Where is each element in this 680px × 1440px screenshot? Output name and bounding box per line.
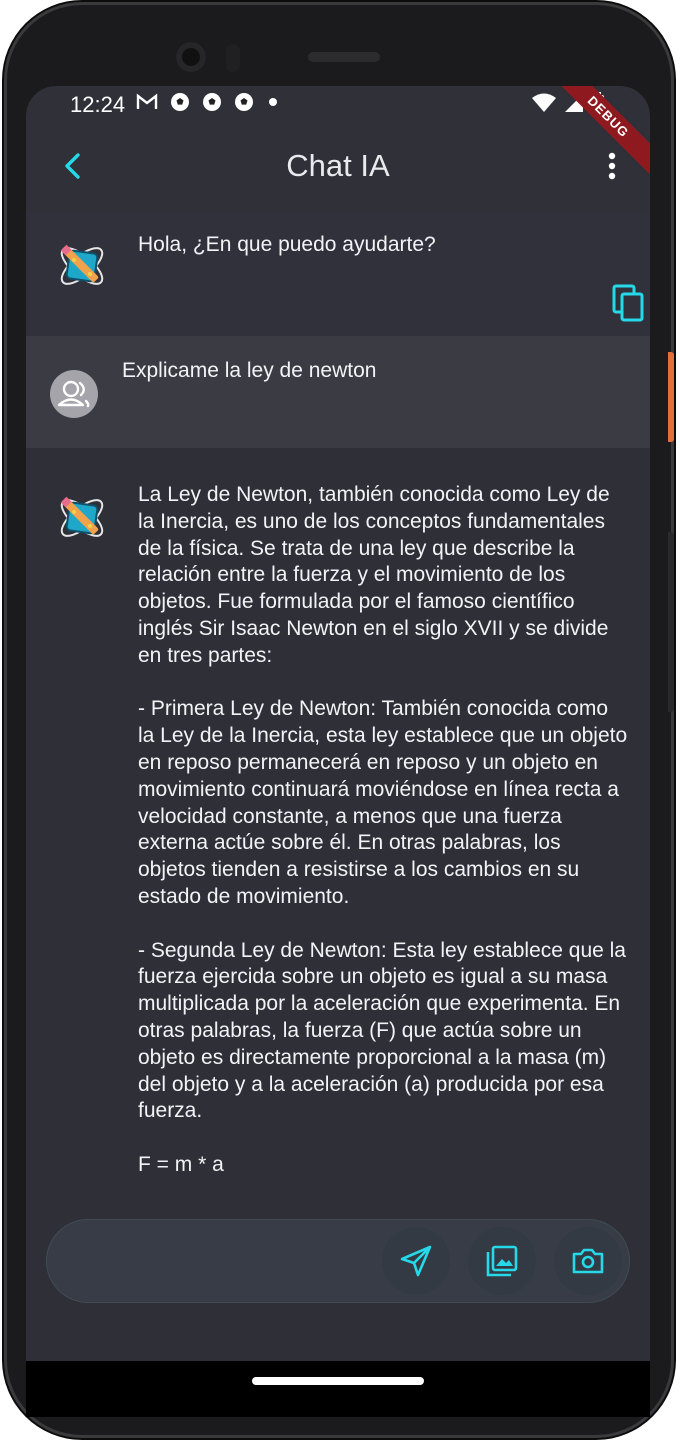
user-message: Explicame la ley de newton <box>26 336 650 448</box>
status-bar: 12:24 DEBUG <box>26 86 650 175</box>
bot-message: Hola, ¿En que puedo ayudarte? <box>26 212 650 336</box>
more-vert-icon[interactable] <box>600 148 624 184</box>
user-avatar <box>50 370 98 418</box>
send-icon <box>400 1245 432 1277</box>
wifi-icon <box>532 93 556 112</box>
navigation-bar <box>26 1361 650 1417</box>
camera-button[interactable] <box>554 1227 622 1295</box>
status-time: 12:24 <box>70 92 126 117</box>
user-question-text: Explicame la ley de newton <box>122 359 377 382</box>
volume-button <box>668 532 674 712</box>
home-gesture-pill[interactable] <box>252 1377 424 1385</box>
page-title: Chat IA <box>286 148 390 183</box>
app-screen: 12:24 DEBUG Chat IA Hola, ¿En que puedo … <box>26 86 650 1361</box>
bot-greeting-text: Hola, ¿En que puedo ayudarte? <box>138 233 436 256</box>
soccer-ball-icon <box>235 93 253 111</box>
message-input[interactable] <box>70 1237 374 1287</box>
gallery-icon <box>486 1245 518 1277</box>
copy-icon[interactable] <box>612 284 646 324</box>
user-group-icon <box>57 380 90 408</box>
dot-icon <box>269 98 277 106</box>
send-button[interactable] <box>382 1227 450 1295</box>
notification-icons <box>136 92 280 112</box>
bot-answer-text: La Ley de Newton, también conocida como … <box>138 483 628 1176</box>
bot-avatar-icon <box>60 244 104 285</box>
gmail-icon <box>136 93 158 109</box>
soccer-ball-icon <box>203 93 221 111</box>
camera-icon <box>572 1248 604 1274</box>
proximity-sensor <box>226 44 240 72</box>
earpiece-speaker <box>308 52 380 62</box>
gallery-button[interactable] <box>468 1227 536 1295</box>
bot-avatar-icon <box>60 496 104 537</box>
message-input-bar <box>46 1219 630 1303</box>
power-button <box>668 352 674 442</box>
soccer-ball-icon <box>171 93 189 111</box>
front-camera <box>176 42 206 72</box>
app-bar: Chat IA <box>26 122 650 212</box>
